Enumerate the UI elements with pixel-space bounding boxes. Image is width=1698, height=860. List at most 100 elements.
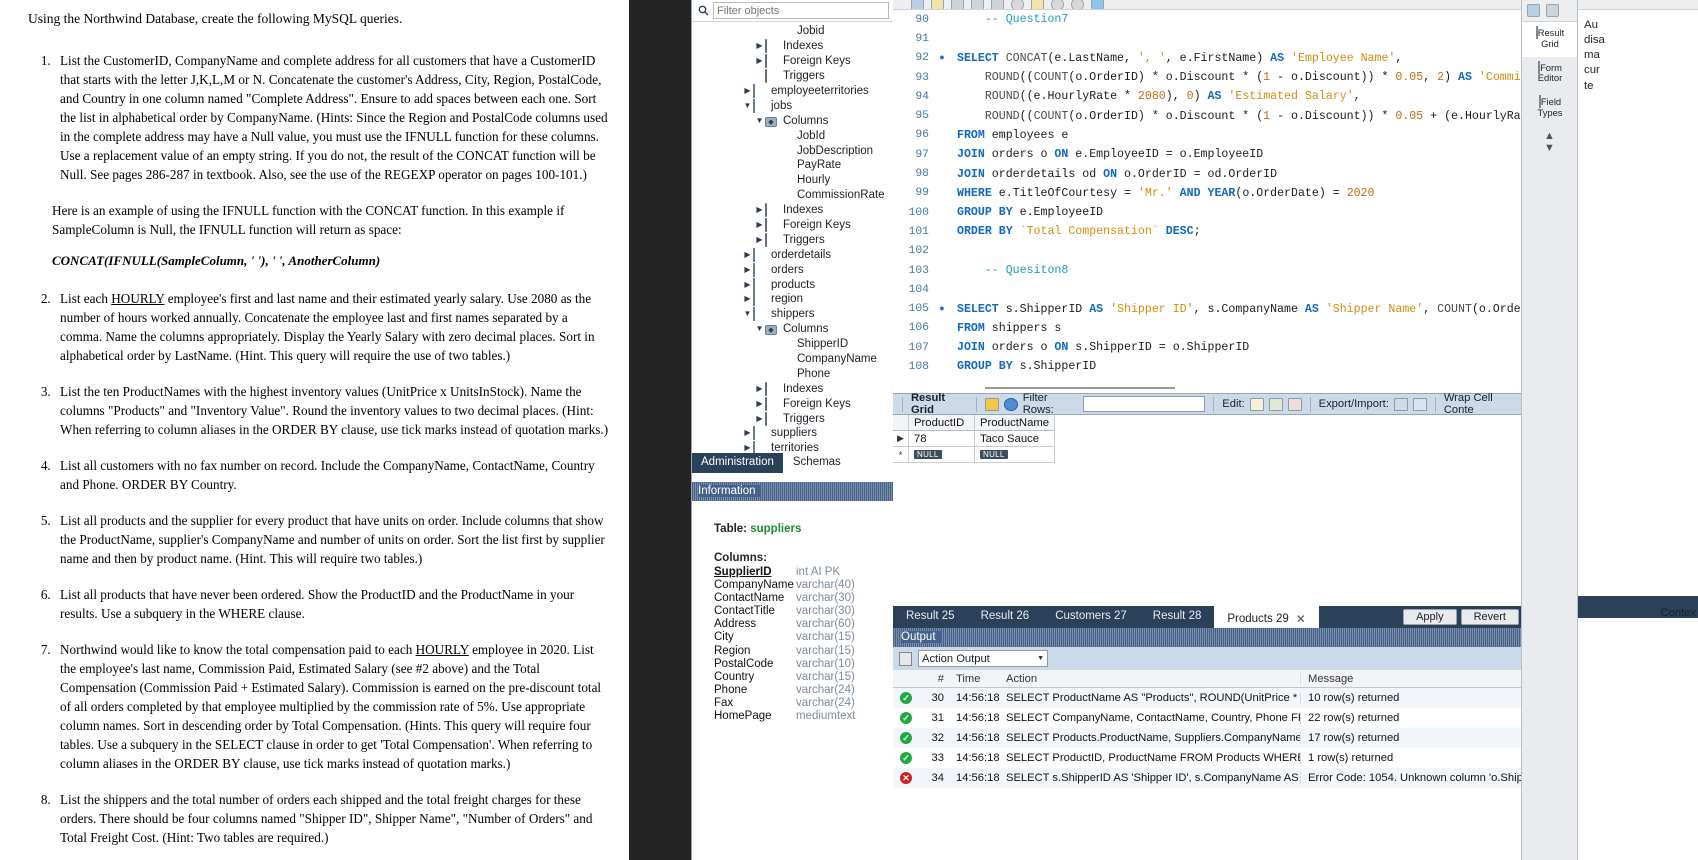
breakpoint-icon[interactable]: ● xyxy=(935,304,949,314)
code-line-104[interactable]: 104 xyxy=(893,280,1521,299)
tree-node-products[interactable]: ▶ products xyxy=(692,277,893,292)
code-line-108[interactable]: 108 GROUP BY s.ShipperID xyxy=(893,357,1521,376)
tree-node-indexes[interactable]: ▶ Indexes xyxy=(692,203,893,218)
tree-node-jobdescription[interactable]: JobDescription xyxy=(692,143,893,158)
import-recordset-icon[interactable] xyxy=(1412,397,1427,411)
chevron-down-icon[interactable]: ▼ xyxy=(742,101,753,110)
revert-button[interactable]: Revert xyxy=(1460,609,1519,625)
sql-code-editor[interactable]: 90 -- Question7 91 92 ● SELECT CONCAT(e.Last… xyxy=(893,10,1521,380)
output-row[interactable]: ✕ 34 14:56:18 SELECT s.ShipperID AS 'Shippe… xyxy=(893,768,1521,788)
context-help-tab[interactable]: Contex xyxy=(1661,607,1696,619)
code-line-94[interactable]: 94 ROUND((e.HourlyRate * 2080), 0) AS 'E… xyxy=(893,87,1521,106)
tree-node-columns[interactable]: ▼ ◆ Columns xyxy=(692,113,893,128)
output-row[interactable]: ✓ 30 14:56:18 SELECT ProductName AS "Produc… xyxy=(893,688,1521,708)
sidebar-item-field-types[interactable]: Field Types xyxy=(1522,91,1578,126)
chevron-down-icon[interactable]: ▼ xyxy=(742,310,753,318)
chevron-right-icon[interactable]: ▶ xyxy=(754,221,765,229)
chevron-right-icon[interactable]: ▶ xyxy=(754,235,765,244)
chevron-right-icon[interactable]: ▶ xyxy=(754,399,765,408)
filter-rows-input[interactable] xyxy=(1083,396,1206,412)
save-icon[interactable] xyxy=(931,0,944,9)
cell-productname[interactable]: Taco Sauce xyxy=(975,431,1055,447)
grid-view-icon[interactable] xyxy=(984,397,999,411)
code-line-97[interactable]: 97 JOIN orders o ON e.EmployeeID = o.Empl… xyxy=(893,145,1521,164)
output-row[interactable]: ✓ 33 14:56:18 SELECT ProductID, ProductName… xyxy=(893,748,1521,768)
chevron-right-icon[interactable]: ▶ xyxy=(742,429,753,437)
result-tab-result-26[interactable]: Result 26 xyxy=(968,606,1043,628)
close-icon[interactable]: ✕ xyxy=(1296,612,1306,626)
code-line-92[interactable]: 92 ● SELECT CONCAT(e.LastName, ', ', e.Fir… xyxy=(893,49,1521,68)
new-file-icon[interactable] xyxy=(911,0,924,9)
chevron-right-icon[interactable]: ▶ xyxy=(742,444,753,452)
tree-node-shippers[interactable]: ▼ shippers xyxy=(692,307,893,322)
result-grid[interactable]: ProductID ProductName ▶ 78 Taco Sauce * NULL… xyxy=(893,415,1521,603)
edit-pencil-icon[interactable] xyxy=(1249,397,1264,411)
tree-node-jobs[interactable]: ▼ jobs xyxy=(692,98,893,113)
code-line-103[interactable]: 103 -- Quesiton8 xyxy=(893,261,1521,280)
apply-button[interactable]: Apply xyxy=(1403,609,1457,625)
export-recordset-icon[interactable] xyxy=(1393,397,1408,411)
execute-statement-icon[interactable] xyxy=(971,0,984,9)
grid-row[interactable]: ▶ 78 Taco Sauce xyxy=(893,431,1521,447)
tree-node-phone[interactable]: Phone xyxy=(692,366,893,381)
tree-node-jobid[interactable]: Jobid xyxy=(692,24,893,39)
chevron-right-icon[interactable]: ▶ xyxy=(754,57,765,65)
rollback-icon[interactable] xyxy=(1071,0,1084,9)
tree-node-foreign-keys[interactable]: ▶ Foreign Keys xyxy=(692,54,893,69)
grid-header-productname[interactable]: ProductName xyxy=(975,415,1055,431)
panel-toggle-icon[interactable] xyxy=(1546,4,1559,17)
stop-icon[interactable] xyxy=(1011,0,1024,9)
code-line-93[interactable]: 93 ROUND((COUNT(o.OrderID) * o.Discount … xyxy=(893,68,1521,87)
tree-node-foreign-keys[interactable]: ▶ Foreign Keys xyxy=(692,218,893,233)
sidebar-item-result-grid[interactable]: Result Grid xyxy=(1522,22,1578,57)
sidebar-scroll-arrows[interactable]: ▲ ▼ xyxy=(1522,126,1577,158)
chevron-down-icon[interactable]: ▼ xyxy=(754,325,765,333)
code-line-105[interactable]: 105 ● SELECT s.ShipperID AS 'Shipper ID', … xyxy=(893,299,1521,318)
chevron-right-icon[interactable]: ▶ xyxy=(742,280,753,289)
code-line-96[interactable]: 96 FROM employees e xyxy=(893,126,1521,145)
tree-node-triggers[interactable]: Triggers xyxy=(692,69,893,84)
schema-tree[interactable]: Jobid ▶ Indexes ▶ Foreign Keys Triggers ▶ emplo… xyxy=(692,22,893,454)
tree-node-employeeterritories[interactable]: ▶ employeeterritories xyxy=(692,84,893,99)
code-line-95[interactable]: 95 ROUND((COUNT(o.OrderID) * o.Discount … xyxy=(893,106,1521,125)
output-row[interactable]: ✓ 31 14:56:18 SELECT CompanyName, ContactNa… xyxy=(893,708,1521,728)
tree-node-orderdetails[interactable]: ▶ orderdetails xyxy=(692,247,893,262)
code-line-106[interactable]: 106 FROM shippers s xyxy=(893,319,1521,338)
result-tab-result-28[interactable]: Result 28 xyxy=(1140,606,1215,628)
code-line-101[interactable]: 101 ORDER BY `Total Compensation` DESC; xyxy=(893,222,1521,241)
grid-row[interactable]: * NULL NULL xyxy=(893,447,1521,463)
tab-schemas[interactable]: Schemas xyxy=(783,453,851,473)
output-row[interactable]: ✓ 32 14:56:18 SELECT Products.ProductName, … xyxy=(893,728,1521,748)
cell-productid[interactable]: 78 xyxy=(909,431,975,447)
code-line-102[interactable]: 102 xyxy=(893,242,1521,261)
cell-productname[interactable]: NULL xyxy=(975,447,1055,463)
commit-icon[interactable] xyxy=(1051,0,1064,9)
filter-objects-input[interactable] xyxy=(713,2,889,19)
result-tab-customers-27[interactable]: Customers 27 xyxy=(1042,606,1140,628)
code-line-90[interactable]: 90 -- Question7 xyxy=(893,10,1521,29)
delete-row-icon[interactable] xyxy=(1287,397,1302,411)
explain-icon[interactable] xyxy=(991,0,1004,9)
chevron-down-icon[interactable]: ▼ xyxy=(754,116,765,125)
breakpoint-icon[interactable]: ● xyxy=(935,53,949,63)
search-toolbar-icon[interactable] xyxy=(1527,4,1540,17)
code-line-100[interactable]: 100 GROUP BY e.EmployeeID xyxy=(893,203,1521,222)
tree-node-indexes[interactable]: ▶ Indexes xyxy=(692,381,893,396)
chevron-right-icon[interactable]: ▶ xyxy=(742,87,753,95)
chevron-right-icon[interactable]: ▶ xyxy=(742,250,753,259)
code-line-99[interactable]: 99 WHERE e.TitleOfCourtesy = 'Mr.' AND YE… xyxy=(893,184,1521,203)
tree-node-region[interactable]: ▶ region xyxy=(692,292,893,307)
code-line-91[interactable]: 91 xyxy=(893,29,1521,48)
code-line-107[interactable]: 107 JOIN orders o ON s.ShipperID = o.Ship… xyxy=(893,338,1521,357)
tree-node-jobid[interactable]: JobId xyxy=(692,128,893,143)
beautify-icon[interactable] xyxy=(1091,0,1104,9)
tree-node-companyname[interactable]: CompanyName xyxy=(692,352,893,367)
result-tab-products-29[interactable]: Products 29 ✕ xyxy=(1214,606,1319,628)
tree-node-payrate[interactable]: PayRate xyxy=(692,158,893,173)
tree-node-shipperid[interactable]: ShipperID xyxy=(692,337,893,352)
tree-node-columns[interactable]: ▼ ◆ Columns xyxy=(692,322,893,337)
tree-node-commissionrate[interactable]: CommissionRate xyxy=(692,188,893,203)
tree-node-triggers[interactable]: ▶ Triggers xyxy=(692,232,893,247)
execute-icon[interactable] xyxy=(951,0,964,9)
chevron-right-icon[interactable]: ▶ xyxy=(742,295,753,303)
